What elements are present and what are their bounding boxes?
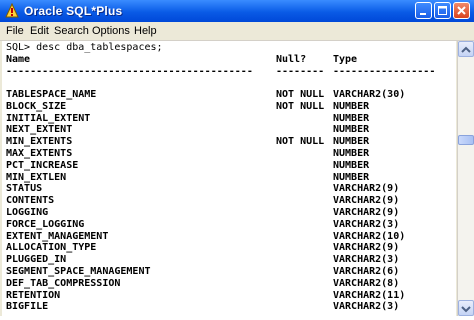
menu-help[interactable]: Help — [134, 24, 157, 38]
column-type: NUMBER — [333, 171, 370, 183]
column-type: VARCHAR2(3) — [333, 218, 400, 230]
maximize-icon — [438, 6, 447, 15]
column-type: VARCHAR2(9) — [333, 207, 400, 218]
column-type: VARCHAR2(8) — [333, 277, 400, 289]
window-title: Oracle SQL*Plus — [24, 4, 123, 18]
column-name: BLOCK_SIZE — [6, 100, 67, 112]
column-type: NUMBER — [333, 148, 370, 159]
header-null: Null? — [276, 54, 307, 65]
menu-options[interactable]: Options — [92, 24, 130, 38]
vertical-scrollbar[interactable] — [457, 41, 474, 316]
column-name: EXTENT_MANAGEMENT — [6, 230, 109, 242]
column-name: BIGFILE — [6, 301, 49, 313]
column-name: CONTENTS — [6, 195, 55, 207]
column-name: TABLESPACE_NAME — [6, 89, 97, 100]
column-type: NUMBER — [333, 136, 370, 148]
column-name: MIN_EXTENTS — [6, 136, 73, 148]
scroll-up-button[interactable] — [458, 41, 474, 57]
separator-null: -------- — [276, 66, 325, 77]
scroll-down-button[interactable] — [458, 300, 474, 316]
column-name: LOGGING — [6, 207, 49, 218]
column-type: VARCHAR2(6) — [333, 266, 400, 277]
header-row: Name Null? Type — [6, 54, 357, 66]
menu-search[interactable]: Search — [54, 24, 89, 38]
column-type: VARCHAR2(3) — [333, 301, 400, 313]
arrow-down-icon — [461, 306, 471, 313]
separator-type: ----------------- — [333, 66, 436, 77]
column-name: PCT_INCREASE — [6, 159, 79, 171]
column-null: NOT NULL — [276, 136, 325, 148]
column-name: STATUS — [6, 183, 43, 195]
column-type: VARCHAR2(3) — [333, 254, 400, 266]
column-name: NEXT_EXTENT — [6, 124, 73, 136]
separator-name: ----------------------------------------… — [6, 66, 253, 77]
separator-row: ----------------------------------------… — [6, 66, 435, 78]
column-type: NUMBER — [333, 112, 370, 124]
column-name: MIN_EXTLEN — [6, 171, 67, 183]
close-button[interactable] — [453, 2, 470, 19]
column-null: NOT NULL — [276, 89, 325, 100]
column-name: INITIAL_EXTENT — [6, 112, 91, 124]
column-name: MAX_EXTENTS — [6, 148, 73, 159]
column-null: NOT NULL — [276, 100, 325, 112]
column-type: VARCHAR2(30) — [333, 89, 406, 100]
column-name: PLUGGED_IN — [6, 254, 67, 266]
title-bar[interactable]: Oracle SQL*Plus — [0, 0, 474, 22]
sqlplus-window: Oracle SQL*Plus File Edit Search Options… — [0, 0, 474, 316]
sql-prompt-line: SQL> desc dba_tablespaces; — [6, 42, 163, 53]
header-name: Name — [6, 54, 31, 65]
column-type: NUMBER — [333, 159, 370, 171]
column-type: VARCHAR2(9) — [333, 195, 400, 207]
header-type: Type — [333, 54, 358, 65]
maximize-button[interactable] — [434, 2, 451, 19]
arrow-up-icon — [461, 46, 471, 53]
menu-file[interactable]: File — [6, 24, 24, 38]
column-name: FORCE_LOGGING — [6, 218, 85, 230]
column-type: NUMBER — [333, 124, 370, 136]
column-name: DEF_TAB_COMPRESSION — [6, 277, 121, 289]
column-type: VARCHAR2(9) — [333, 183, 400, 195]
column-type: VARCHAR2(11) — [333, 289, 406, 301]
menu-bar: File Edit Search Options Help — [0, 22, 474, 41]
column-type: VARCHAR2(10) — [333, 230, 406, 242]
minimize-icon — [420, 13, 426, 15]
menu-edit[interactable]: Edit — [30, 24, 49, 38]
column-name: RETENTION — [6, 289, 61, 301]
column-type: NUMBER — [333, 100, 370, 112]
column-name: ALLOCATION_TYPE — [6, 242, 97, 254]
minimize-button[interactable] — [415, 2, 432, 19]
close-icon — [457, 6, 466, 15]
oracle-app-icon[interactable] — [4, 2, 20, 19]
scroll-thumb[interactable] — [458, 135, 474, 145]
column-name: SEGMENT_SPACE_MANAGEMENT — [6, 266, 151, 277]
console-output[interactable]: SQL> desc dba_tablespaces; Name Null? Ty… — [2, 41, 456, 316]
column-type: VARCHAR2(9) — [333, 242, 400, 254]
